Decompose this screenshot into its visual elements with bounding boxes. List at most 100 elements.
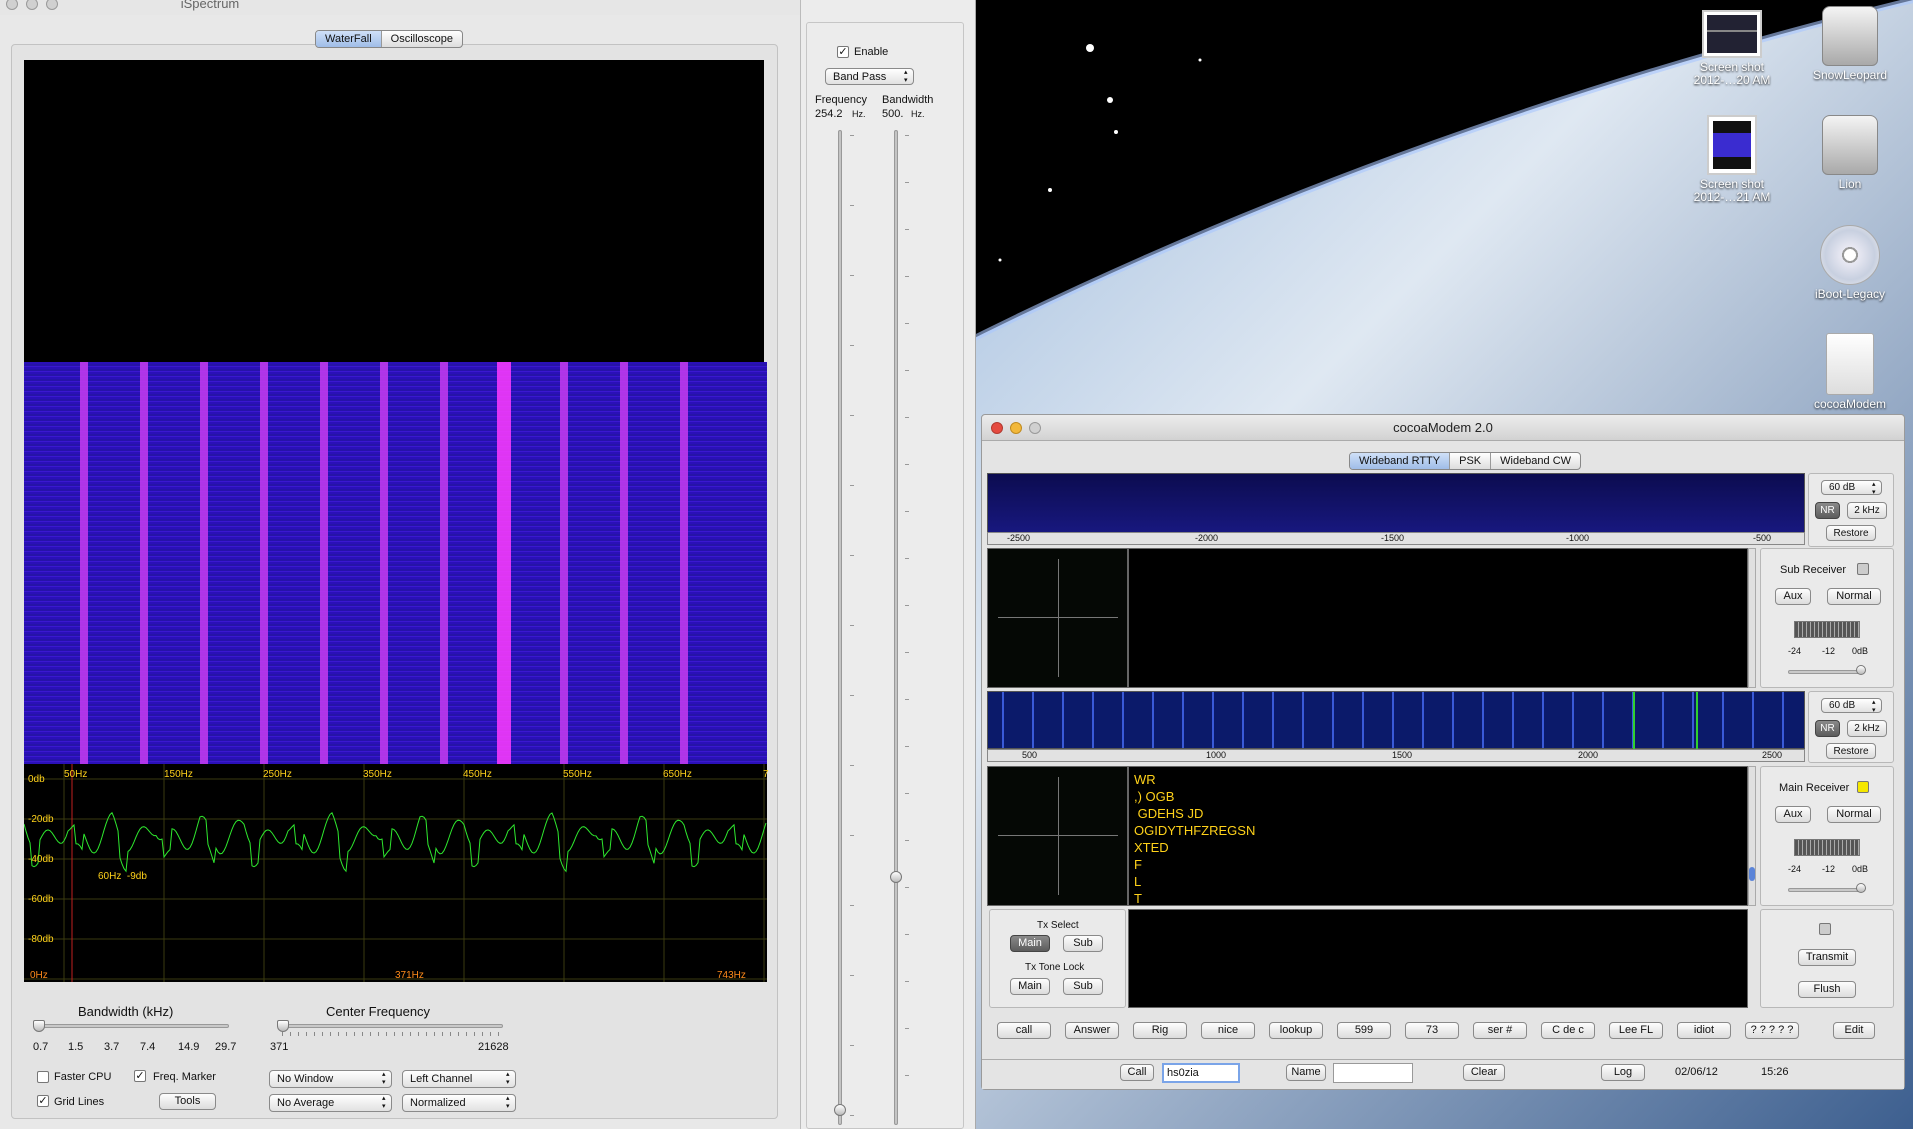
channel-select[interactable]: Left Channel xyxy=(402,1070,516,1088)
bandwidth-slider-knob[interactable] xyxy=(33,1020,45,1032)
sub-scrollbar[interactable] xyxy=(1748,548,1756,688)
main-normal-button[interactable]: Normal xyxy=(1827,806,1881,823)
flush-button[interactable]: Flush xyxy=(1798,981,1856,998)
macro-button[interactable]: lookup xyxy=(1269,1022,1323,1039)
spectrum-trace xyxy=(23,811,767,873)
window-select[interactable]: No Window xyxy=(269,1070,392,1088)
frequency-unit: Hz. xyxy=(852,109,866,119)
minimize-icon[interactable] xyxy=(1010,422,1022,434)
name-input[interactable] xyxy=(1333,1063,1413,1083)
tx-tone-main-button[interactable]: Main xyxy=(1010,978,1050,995)
spectrum-db-label: -60db xyxy=(28,894,54,905)
close-icon[interactable] xyxy=(6,0,18,10)
main-crosshair-scope xyxy=(987,766,1128,906)
tab-wideband-cw[interactable]: Wideband CW xyxy=(1491,453,1580,469)
transmit-button[interactable]: Transmit xyxy=(1798,949,1856,966)
top-2khz-button[interactable]: 2 kHz xyxy=(1847,502,1887,519)
desktop-icon-screenshot-1[interactable]: Screen shot 2012-…20 AM xyxy=(1677,10,1787,87)
tx-tone-sub-button[interactable]: Sub xyxy=(1063,978,1103,995)
main-nr-button[interactable]: NR xyxy=(1815,720,1840,737)
sub-level-slider[interactable] xyxy=(1788,670,1864,674)
main-receive-text[interactable]: WR ,) OGB GDEHS JD OGIDYTHFZREGSN XTED F… xyxy=(1128,766,1748,906)
desktop-icon-iboot-legacy[interactable]: iBoot-Legacy xyxy=(1795,225,1905,301)
tab-waterfall[interactable]: WaterFall xyxy=(316,31,382,47)
tab-oscilloscope[interactable]: Oscilloscope xyxy=(382,31,462,47)
minimize-icon[interactable] xyxy=(26,0,38,10)
freq-marker-readout: 60Hz -9db xyxy=(98,871,147,882)
desktop-icon-lion[interactable]: Lion xyxy=(1795,115,1905,191)
center-frequency-slider-knob[interactable] xyxy=(277,1020,289,1032)
call-input[interactable]: hs0zia xyxy=(1162,1063,1240,1083)
main-level-knob[interactable] xyxy=(1856,883,1866,893)
macro-button[interactable]: nice xyxy=(1201,1022,1255,1039)
frequency-slider-knob[interactable] xyxy=(834,1104,846,1116)
zoom-icon[interactable] xyxy=(1029,422,1041,434)
center-frequency-slider-track[interactable] xyxy=(278,1024,503,1028)
tx-select-main-button[interactable]: Main xyxy=(1010,935,1050,952)
enable-label: Enable xyxy=(854,46,889,58)
bandwidth-slider-track-v[interactable] xyxy=(894,130,898,1125)
call-button[interactable]: Call xyxy=(1120,1064,1154,1081)
grid-lines-checkbox[interactable]: ✓ xyxy=(37,1095,49,1107)
cocoamodem-titlebar[interactable]: cocoaModem 2.0 xyxy=(982,415,1904,441)
bandwidth-slider-track[interactable] xyxy=(34,1024,229,1028)
main-2khz-button[interactable]: 2 kHz xyxy=(1847,720,1887,737)
ispectrum-titlebar[interactable]: iSpectrum xyxy=(0,0,800,15)
center-frequency-min: 371 xyxy=(270,1041,289,1053)
macro-button[interactable]: call xyxy=(997,1022,1051,1039)
scale-label: -2500 xyxy=(1007,533,1031,543)
sub-aux-button[interactable]: Aux xyxy=(1775,588,1811,605)
macro-button[interactable]: ser # xyxy=(1473,1022,1527,1039)
name-button[interactable]: Name xyxy=(1286,1064,1326,1081)
freq-marker-checkbox[interactable]: ✓ xyxy=(134,1070,146,1082)
desktop-icon-cocoamodem[interactable]: cocoaModem xyxy=(1795,333,1905,411)
spectrum-bottom-label: 371Hz xyxy=(395,970,424,981)
bandwidth-slider-knob-v[interactable] xyxy=(890,871,902,883)
faster-cpu-checkbox[interactable] xyxy=(37,1071,49,1083)
main-restore-button[interactable]: Restore xyxy=(1826,743,1876,759)
scroll-thumb[interactable] xyxy=(1749,867,1755,881)
enable-checkbox[interactable]: ✓ xyxy=(837,46,849,58)
main-aux-button[interactable]: Aux xyxy=(1775,806,1811,823)
top-nr-button[interactable]: NR xyxy=(1815,502,1840,519)
scale-label: 1000 xyxy=(1206,750,1227,760)
center-frequency-title: Center Frequency xyxy=(326,1004,431,1019)
transmit-text[interactable] xyxy=(1128,909,1748,1008)
tab-psk[interactable]: PSK xyxy=(1450,453,1492,469)
top-restore-button[interactable]: Restore xyxy=(1826,525,1876,541)
tx-select-sub-button[interactable]: Sub xyxy=(1063,935,1103,952)
normalize-select[interactable]: Normalized xyxy=(402,1094,516,1112)
log-button[interactable]: Log xyxy=(1601,1064,1645,1081)
macro-button[interactable]: C de c xyxy=(1541,1022,1595,1039)
sub-normal-button[interactable]: Normal xyxy=(1827,588,1881,605)
clear-button[interactable]: Clear xyxy=(1463,1064,1505,1081)
zoom-icon[interactable] xyxy=(46,0,58,10)
tools-button[interactable]: Tools xyxy=(159,1093,216,1110)
macro-button[interactable]: Lee FL xyxy=(1609,1022,1663,1039)
macro-button[interactable]: idiot xyxy=(1677,1022,1731,1039)
sub-level-knob[interactable] xyxy=(1856,665,1866,675)
close-icon[interactable] xyxy=(991,422,1003,434)
sub-receiver-indicator[interactable] xyxy=(1857,563,1869,575)
desktop-icon-screenshot-2[interactable]: Screen shot 2012-…21 AM xyxy=(1677,115,1787,204)
main-level-slider[interactable] xyxy=(1788,888,1864,892)
frequency-slider-track[interactable] xyxy=(838,130,842,1125)
main-db-select[interactable]: 60 dB xyxy=(1821,698,1882,715)
macro-button[interactable]: Rig xyxy=(1133,1022,1187,1039)
spectrum-freq-label: 7 xyxy=(763,769,769,780)
macro-button[interactable]: ? ? ? ? ? xyxy=(1745,1022,1799,1039)
transmit-indicator[interactable] xyxy=(1819,923,1831,935)
filter-mode-select[interactable]: Band Pass xyxy=(825,68,914,85)
main-receiver-indicator[interactable] xyxy=(1857,781,1869,793)
tab-wideband-rtty[interactable]: Wideband RTTY xyxy=(1350,453,1451,469)
edit-macros-button[interactable]: Edit xyxy=(1833,1022,1875,1039)
macro-button[interactable]: 599 xyxy=(1337,1022,1391,1039)
average-select[interactable]: No Average xyxy=(269,1094,392,1112)
macro-button[interactable]: 73 xyxy=(1405,1022,1459,1039)
sub-receive-text[interactable] xyxy=(1128,548,1748,688)
main-scrollbar[interactable] xyxy=(1748,766,1756,906)
desktop-icon-snowleopard[interactable]: SnowLeopard xyxy=(1795,6,1905,82)
filter-window-inner xyxy=(806,22,964,1129)
macro-button[interactable]: Answer xyxy=(1065,1022,1119,1039)
top-db-select[interactable]: 60 dB xyxy=(1821,480,1882,497)
